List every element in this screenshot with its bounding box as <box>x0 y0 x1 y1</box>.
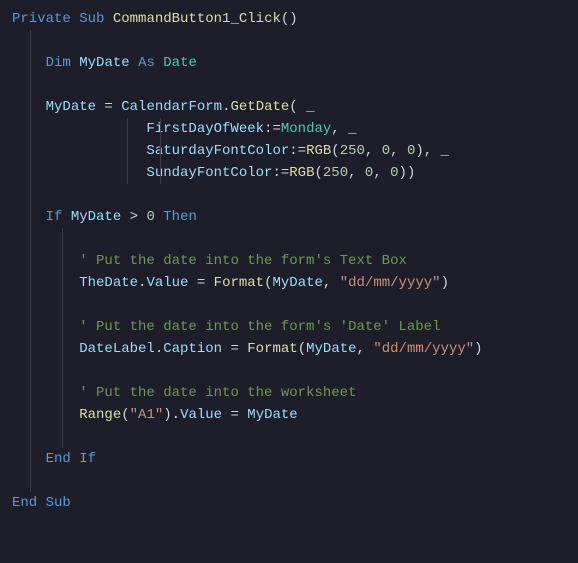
property: Value <box>146 275 188 291</box>
keyword: Dim <box>46 55 71 71</box>
function-name: GetDate <box>230 99 289 115</box>
variable: DateLabel <box>79 341 155 357</box>
punct: () <box>281 11 298 27</box>
param: FirstDayOfWeek <box>146 121 264 137</box>
code-line: End Sub <box>12 492 566 514</box>
punct: , <box>373 165 390 181</box>
code-line: Dim MyDate As Date <box>12 52 566 74</box>
param: SundayFontColor <box>146 165 272 181</box>
code-line: ' Put the date into the form's 'Date' La… <box>12 316 566 338</box>
punct: ) <box>474 341 482 357</box>
punct: ). <box>163 407 180 423</box>
code-line: ' Put the date into the form's Text Box <box>12 250 566 272</box>
function-name: Format <box>214 275 264 291</box>
function-name: RGB <box>306 143 331 159</box>
code-line: SaturdayFontColor:=RGB(250, 0, 0), _ <box>12 140 566 162</box>
operator: := <box>272 165 289 181</box>
code-line: SundayFontColor:=RGB(250, 0, 0)) <box>12 162 566 184</box>
keyword: End <box>46 451 71 467</box>
comment: ' Put the date into the form's 'Date' La… <box>79 319 440 335</box>
code-line: End If <box>12 448 566 470</box>
function-name: CommandButton1_Click <box>113 11 281 27</box>
punct: ( <box>314 165 322 181</box>
code-block: Private Sub CommandButton1_Click() Dim M… <box>12 8 566 514</box>
number: 0 <box>382 143 390 159</box>
code-line: DateLabel.Caption = Format(MyDate, "dd/m… <box>12 338 566 360</box>
punct: , <box>357 341 374 357</box>
code-line <box>12 184 566 206</box>
comment: ' Put the date into the worksheet <box>79 385 356 401</box>
number: 0 <box>146 209 154 225</box>
code-line <box>12 294 566 316</box>
punct: , <box>365 143 382 159</box>
variable: MyDate <box>273 275 323 291</box>
punct: ( <box>331 143 339 159</box>
function-name: Format <box>247 341 297 357</box>
punct: ( <box>298 341 306 357</box>
punct: , <box>348 165 365 181</box>
keyword: End <box>12 495 37 511</box>
string: "dd/mm/yyyy" <box>340 275 441 291</box>
variable: MyDate <box>46 99 96 115</box>
string: "dd/mm/yyyy" <box>373 341 474 357</box>
code-line: ' Put the date into the worksheet <box>12 382 566 404</box>
code-line <box>12 426 566 448</box>
punct: ( <box>264 275 272 291</box>
variable: TheDate <box>79 275 138 291</box>
comment: ' Put the date into the form's Text Box <box>79 253 407 269</box>
keyword: As <box>138 55 155 71</box>
param: SaturdayFontColor <box>146 143 289 159</box>
variable: MyDate <box>71 209 121 225</box>
keyword: Private <box>12 11 71 27</box>
keyword: Then <box>163 209 197 225</box>
number: 250 <box>323 165 348 181</box>
code-line: If MyDate > 0 Then <box>12 206 566 228</box>
punct: . <box>155 341 163 357</box>
code-line <box>12 470 566 492</box>
function-name: RGB <box>289 165 314 181</box>
function-name: Range <box>79 407 121 423</box>
operator: = <box>222 407 247 423</box>
keyword: If <box>79 451 96 467</box>
operator: > <box>121 209 146 225</box>
keyword: If <box>46 209 63 225</box>
code-line: TheDate.Value = Format(MyDate, "dd/mm/yy… <box>12 272 566 294</box>
operator: = <box>96 99 121 115</box>
punct: ), _ <box>415 143 449 159</box>
punct: ( <box>121 407 129 423</box>
type: Date <box>163 55 197 71</box>
code-line: Range("A1").Value = MyDate <box>12 404 566 426</box>
punct: ) <box>441 275 449 291</box>
variable: MyDate <box>306 341 356 357</box>
keyword: Sub <box>79 11 104 27</box>
code-line <box>12 74 566 96</box>
operator: = <box>188 275 213 291</box>
value: Monday <box>281 121 331 137</box>
punct: , <box>390 143 407 159</box>
operator: := <box>264 121 281 137</box>
code-line <box>12 360 566 382</box>
punct: , _ <box>331 121 356 137</box>
string: "A1" <box>130 407 164 423</box>
code-line: MyDate = CalendarForm.GetDate( _ <box>12 96 566 118</box>
punct: ( _ <box>289 99 314 115</box>
property: Caption <box>163 341 222 357</box>
operator: := <box>289 143 306 159</box>
code-line: Private Sub CommandButton1_Click() <box>12 8 566 30</box>
punct: , <box>323 275 340 291</box>
punct: )) <box>399 165 416 181</box>
variable: MyDate <box>79 55 129 71</box>
variable: CalendarForm <box>121 99 222 115</box>
code-line <box>12 30 566 52</box>
code-line: FirstDayOfWeek:=Monday, _ <box>12 118 566 140</box>
number: 250 <box>340 143 365 159</box>
operator: = <box>222 341 247 357</box>
variable: MyDate <box>247 407 297 423</box>
number: 0 <box>390 165 398 181</box>
property: Value <box>180 407 222 423</box>
keyword: Sub <box>46 495 71 511</box>
code-line <box>12 228 566 250</box>
